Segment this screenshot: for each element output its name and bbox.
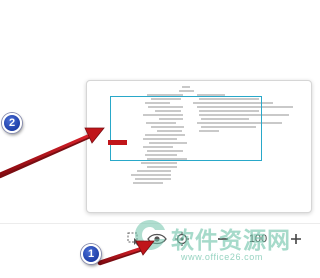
watermark-url: www.office26.com bbox=[181, 252, 263, 262]
navigator-panel[interactable] bbox=[86, 80, 312, 213]
current-node-marker bbox=[108, 140, 127, 145]
watermark-logo-icon bbox=[135, 220, 165, 250]
watermark-text: 软件资源网 bbox=[171, 227, 291, 253]
callout-badge-2: 2 bbox=[2, 113, 22, 133]
viewport-frame[interactable] bbox=[110, 96, 262, 161]
watermark: 软件资源网 www.office26.com bbox=[133, 216, 319, 278]
callout-badge-1: 1 bbox=[81, 244, 101, 264]
canvas-area: 100 软件资源网 www.office26.com 2 1 bbox=[0, 0, 320, 278]
